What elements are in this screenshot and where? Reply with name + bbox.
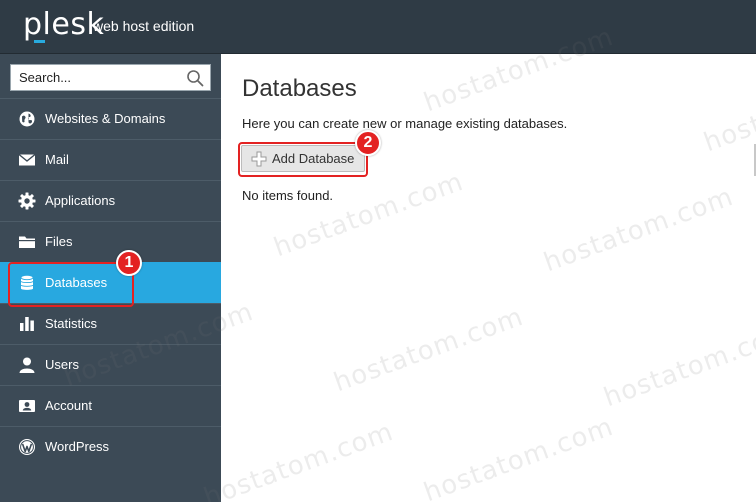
sidebar-item-label: Websites & Domains [45, 111, 166, 126]
empty-state-message: No items found. [242, 188, 334, 203]
search-input[interactable] [11, 65, 181, 90]
sidebar-item-files[interactable]: Files [0, 221, 221, 262]
page-title: Databases [242, 75, 357, 102]
sidebar-item-websites-domains[interactable]: Websites & Domains [0, 98, 221, 139]
sidebar-item-label: Files [45, 234, 73, 249]
sidebar-item-label: Mail [45, 152, 69, 167]
add-database-label: Add Database [272, 151, 355, 166]
main-content: Databases Here you can create new or man… [221, 54, 756, 502]
sidebar-item-label: Statistics [45, 316, 98, 331]
wordpress-icon [19, 439, 35, 455]
globe-icon [19, 111, 35, 127]
sidebar-item-databases[interactable]: Databases [0, 262, 221, 303]
sidebar-item-label: Applications [45, 193, 116, 208]
annotation-marker-2: 2 [355, 130, 381, 156]
annotation-marker-1: 1 [116, 250, 142, 276]
folder-icon [19, 236, 35, 248]
bar-chart-icon [20, 317, 34, 331]
id-card-icon [19, 400, 35, 412]
sidebar-item-account[interactable]: Account [0, 385, 221, 426]
sidebar-item-mail[interactable]: Mail [0, 139, 221, 180]
search-icon[interactable] [186, 69, 204, 87]
database-icon [20, 274, 34, 290]
sidebar-item-label: Account [45, 398, 92, 413]
sidebar-nav: Websites & Domains Mail Applications Fil… [0, 98, 221, 467]
edition-label: web host edition [93, 18, 195, 34]
sidebar-item-label: Databases [45, 275, 108, 290]
sidebar-item-applications[interactable]: Applications [0, 180, 221, 221]
gear-icon [18, 192, 36, 210]
sidebar-item-users[interactable]: Users [0, 344, 221, 385]
page-description: Here you can create new or manage existi… [242, 116, 568, 131]
envelope-icon [18, 153, 36, 166]
user-icon [19, 357, 35, 373]
sidebar: Websites & Domains Mail Applications [0, 54, 221, 502]
add-database-button[interactable]: Add Database [241, 145, 365, 172]
plus-icon [251, 151, 267, 167]
sidebar-item-statistics[interactable]: Statistics [0, 303, 221, 344]
top-bar: plesk web host edition [0, 0, 756, 54]
logo-accent [34, 40, 45, 43]
search-box[interactable] [10, 64, 211, 91]
sidebar-item-wordpress[interactable]: WordPress [0, 426, 221, 467]
sidebar-item-label: Users [45, 357, 79, 372]
sidebar-item-label: WordPress [45, 439, 110, 454]
